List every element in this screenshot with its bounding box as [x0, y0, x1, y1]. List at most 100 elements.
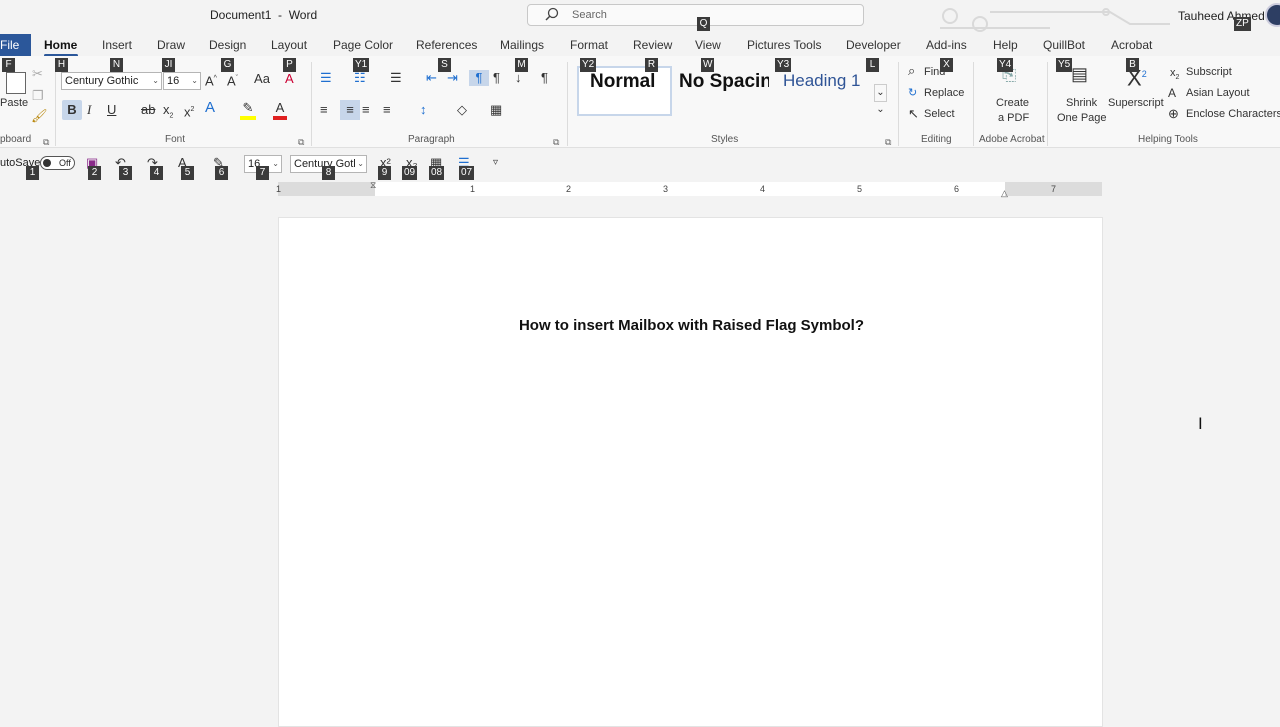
multilevel-list-icon[interactable]: ☰: [390, 70, 402, 86]
horizontal-ruler[interactable]: [278, 182, 1102, 196]
font-color-icon[interactable]: A: [273, 100, 287, 120]
tab-references[interactable]: References: [416, 38, 477, 52]
align-center-icon[interactable]: ≡: [340, 100, 360, 120]
ruler-number: 4: [760, 184, 766, 194]
tab-home[interactable]: Home: [44, 38, 77, 52]
font-launcher-icon[interactable]: ⧉: [298, 134, 304, 150]
enclose-characters-button[interactable]: Enclose Characters: [1186, 108, 1280, 120]
styles-launcher-icon[interactable]: ⧉: [885, 134, 891, 150]
show-marks-icon[interactable]: ¶: [541, 70, 548, 86]
underline-button[interactable]: U: [107, 102, 116, 118]
tab-page-color[interactable]: Page Color: [333, 38, 393, 52]
tab-format[interactable]: Format: [570, 38, 608, 52]
find-icon[interactable]: ⌕: [908, 63, 915, 79]
customize-qat-icon[interactable]: ▿: [493, 155, 498, 171]
tab-mailings[interactable]: Mailings: [500, 38, 544, 52]
align-right-icon[interactable]: ≡: [362, 102, 370, 118]
avatar[interactable]: [1265, 3, 1280, 27]
clipboard-launcher-icon[interactable]: ⧉: [43, 134, 49, 150]
tab-draw[interactable]: Draw: [157, 38, 185, 52]
document-heading[interactable]: How to insert Mailbox with Raised Flag S…: [279, 317, 1104, 334]
font-size-combo[interactable]: 16 ⌄: [163, 72, 201, 90]
line-spacing-icon[interactable]: ↕: [420, 102, 427, 118]
tab-view[interactable]: View: [695, 38, 721, 52]
keytip-qat-3: 3: [119, 166, 132, 180]
enclose-characters-icon[interactable]: ⊕: [1168, 106, 1179, 122]
numbering-icon[interactable]: ☷: [354, 70, 366, 86]
styles-more-icon[interactable]: ⌄: [874, 84, 887, 102]
user-name[interactable]: Tauheed Ahmed: [1178, 9, 1265, 23]
highlight-color-icon[interactable]: ✎: [240, 100, 256, 120]
increase-indent-icon[interactable]: ⇥: [447, 70, 458, 86]
shrink-one-page-icon[interactable]: ▤: [1071, 65, 1088, 83]
select-icon[interactable]: ↖: [908, 106, 919, 122]
subscript-button[interactable]: x2: [163, 102, 173, 125]
tab-review[interactable]: Review: [633, 38, 672, 52]
subscript-tool-icon[interactable]: x2: [1170, 65, 1179, 86]
paragraph-launcher-icon[interactable]: ⧉: [553, 134, 559, 150]
shrink-font-icon[interactable]: Aˇ: [227, 71, 238, 89]
right-indent-marker-icon[interactable]: △: [1001, 188, 1008, 199]
paste-button[interactable]: Paste: [0, 97, 28, 109]
keytip-add-ins: X: [940, 58, 953, 72]
chevron-down-icon: ⌄: [191, 76, 198, 85]
keytip-pictures-tools: Y3: [775, 58, 792, 72]
clear-formatting-icon[interactable]: A: [285, 71, 294, 87]
decrease-indent-icon[interactable]: ⇤: [426, 70, 437, 86]
create-pdf-line1[interactable]: Create: [996, 97, 1029, 109]
styles-expand-icon[interactable]: ⌄: [874, 102, 887, 118]
create-pdf-line2[interactable]: a PDF: [998, 112, 1029, 124]
shading-icon[interactable]: ◇: [457, 102, 467, 118]
replace-button[interactable]: Replace: [924, 87, 964, 99]
superscript-tool-button[interactable]: Superscript: [1108, 97, 1164, 109]
strikethrough-button[interactable]: ab: [141, 102, 155, 118]
tab-layout[interactable]: Layout: [271, 38, 307, 52]
keytip-format: Y2: [580, 58, 597, 72]
italic-button[interactable]: I: [87, 102, 91, 118]
ribbon: Paste ✂ ❐ 🖌 pboard ⧉ Century Gothic ⌄ 16 ⌄…: [0, 56, 1280, 148]
style-no-spacing[interactable]: No Spacin: [679, 71, 769, 93]
tab-file[interactable]: File: [0, 34, 31, 58]
asian-layout-button[interactable]: Asian Layout: [1186, 87, 1250, 99]
indent-marker-icon[interactable]: ⧖: [370, 180, 376, 191]
text-effects-icon[interactable]: A: [205, 100, 215, 116]
tab-insert[interactable]: Insert: [102, 38, 132, 52]
font-name-combo[interactable]: Century Gothic ⌄: [61, 72, 162, 90]
shrink-line1[interactable]: Shrink: [1066, 97, 1097, 109]
tab-quillbot[interactable]: QuillBot: [1043, 38, 1085, 52]
keytip-design: G: [221, 58, 234, 72]
borders-icon[interactable]: ▦: [490, 102, 502, 118]
document-page[interactable]: How to insert Mailbox with Raised Flag S…: [278, 217, 1103, 727]
select-button[interactable]: Select: [924, 108, 955, 120]
grow-font-icon[interactable]: A^: [205, 71, 217, 89]
tab-design[interactable]: Design: [209, 38, 246, 52]
paste-icon[interactable]: [6, 72, 26, 94]
justify-icon[interactable]: ≡: [383, 102, 391, 118]
search-box[interactable]: Search: [527, 4, 864, 26]
bullets-icon[interactable]: ☰: [320, 70, 332, 86]
ltr-icon[interactable]: ¶: [469, 70, 489, 86]
style-heading-1[interactable]: Heading 1: [783, 71, 873, 91]
title-bar: Document1 - Word Search Q Tauheed Ahmed …: [0, 0, 1280, 32]
replace-icon[interactable]: ↻: [908, 85, 917, 101]
keytip-acrobat: B: [1126, 58, 1139, 72]
align-left-icon[interactable]: ≡: [320, 102, 328, 118]
superscript-button[interactable]: x2: [184, 102, 194, 120]
copy-icon[interactable]: ❐: [32, 88, 44, 104]
tab-help[interactable]: Help: [993, 38, 1018, 52]
bold-button[interactable]: B: [62, 100, 82, 120]
rtl-icon[interactable]: ¶: [493, 70, 500, 86]
asian-layout-icon[interactable]: A: [1168, 85, 1176, 101]
format-painter-icon[interactable]: 🖌: [31, 108, 48, 124]
tab-pictures-tools[interactable]: Pictures Tools: [747, 38, 821, 52]
group-label-editing: Editing: [921, 134, 952, 145]
tab-add-ins[interactable]: Add-ins: [926, 38, 967, 52]
change-case-icon[interactable]: Aa: [250, 71, 274, 87]
sort-icon[interactable]: ↓: [515, 70, 522, 86]
shrink-line2[interactable]: One Page: [1057, 112, 1107, 124]
tab-acrobat[interactable]: Acrobat: [1111, 38, 1152, 52]
text-cursor-icon: Ⅰ: [1198, 416, 1203, 433]
cut-icon[interactable]: ✂: [32, 66, 43, 82]
tab-developer[interactable]: Developer: [846, 38, 901, 52]
subscript-tool-button[interactable]: Subscript: [1186, 66, 1232, 78]
